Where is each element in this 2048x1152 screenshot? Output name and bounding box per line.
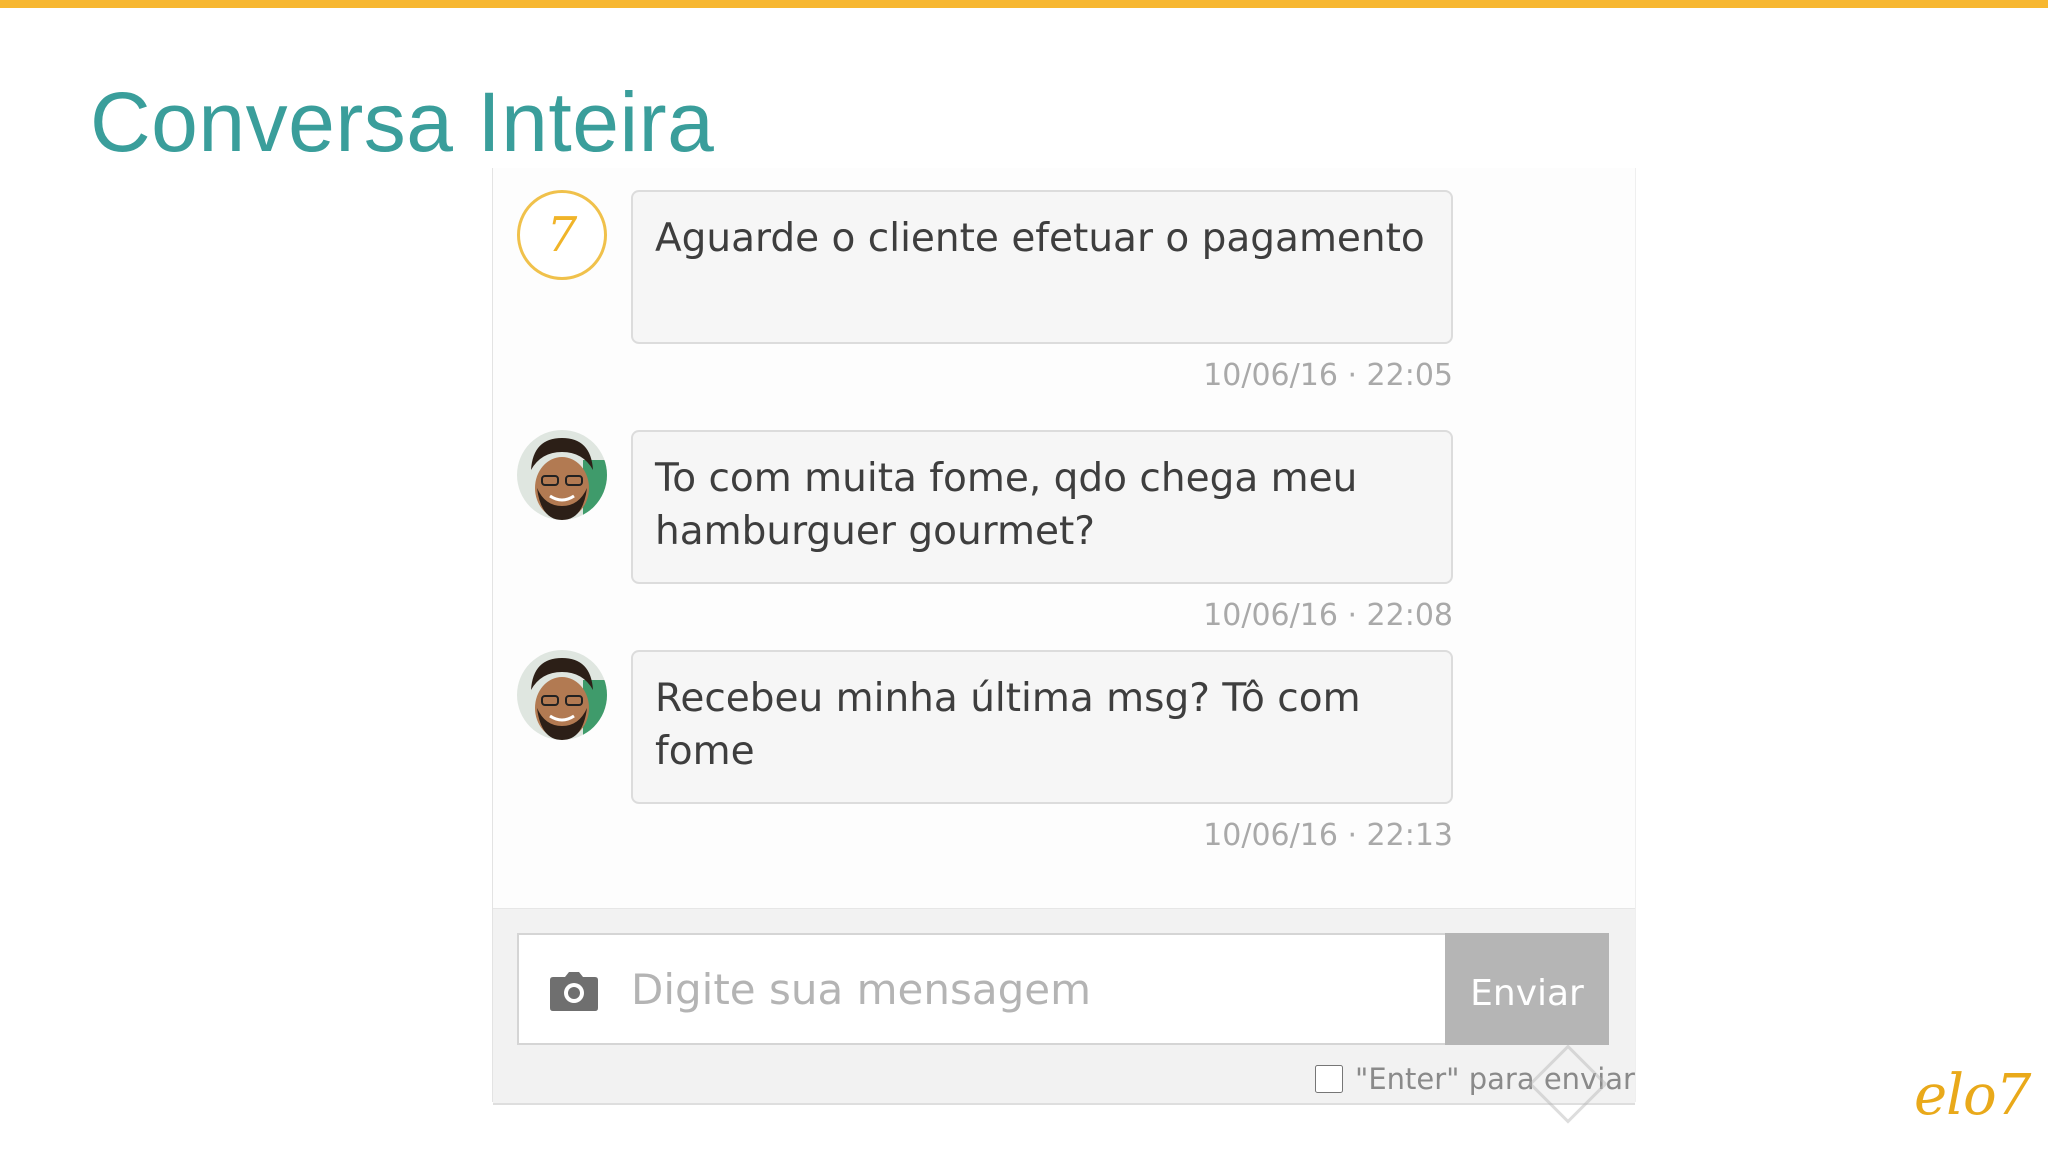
message-timestamp: 10/06/16 · 22:08 — [1203, 598, 1453, 633]
message-bubble: Aguarde o cliente efetuar o pagamento — [631, 190, 1453, 344]
brand-logo: elo7 — [1914, 1063, 2031, 1128]
shop-logo-label: 7 — [546, 207, 578, 263]
camera-icon[interactable] — [549, 971, 599, 1011]
message-timestamp: 10/06/16 · 22:13 — [1203, 818, 1453, 853]
top-accent-bar — [0, 0, 2048, 8]
slide-title: Conversa Inteira — [90, 75, 715, 169]
message-input[interactable] — [631, 935, 1421, 1043]
message-composer: Enviar "Enter" para enviar — [493, 908, 1635, 1105]
send-button[interactable]: Enviar — [1445, 933, 1609, 1045]
enter-to-send-checkbox[interactable] — [1315, 1065, 1343, 1093]
user-avatar-icon — [517, 650, 607, 740]
user-avatar-icon — [517, 430, 607, 520]
message-timestamp: 10/06/16 · 22:05 — [1203, 358, 1453, 393]
chat-panel: 7 Aguarde o cliente efetuar o pagamento … — [492, 168, 1636, 1105]
message-input-box — [517, 933, 1445, 1045]
shop-logo-icon: 7 — [517, 190, 607, 280]
message-bubble: To com muita fome, qdo chega meu hamburg… — [631, 430, 1453, 584]
message-bubble: Recebeu minha última msg? Tô com fome — [631, 650, 1453, 804]
